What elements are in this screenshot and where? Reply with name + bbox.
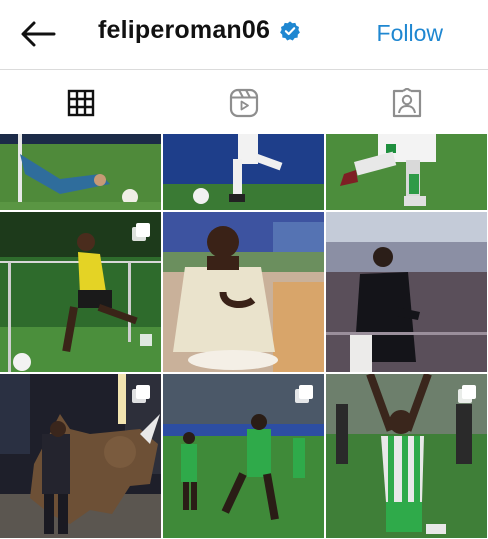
reels-icon xyxy=(229,88,259,118)
post-image xyxy=(163,134,324,210)
tab-tagged[interactable] xyxy=(325,70,488,136)
post-tile[interactable] xyxy=(326,212,487,372)
post-tile[interactable] xyxy=(0,212,161,372)
post-image xyxy=(0,134,161,210)
post-image xyxy=(163,212,324,372)
multiple-photos-icon xyxy=(132,223,150,241)
username: feliperoman06 xyxy=(98,16,271,44)
posts-grid xyxy=(0,134,488,539)
post-tile[interactable] xyxy=(0,134,161,210)
verified-badge-icon xyxy=(280,20,301,40)
post-tile[interactable] xyxy=(163,212,324,372)
back-arrow-icon[interactable] xyxy=(18,18,58,50)
multiple-photos-icon xyxy=(132,385,150,403)
tab-grid[interactable] xyxy=(0,70,163,136)
post-image xyxy=(326,134,487,210)
profile-header: feliperoman06 Follow xyxy=(0,0,488,70)
post-tile[interactable] xyxy=(163,134,324,210)
tab-reels[interactable] xyxy=(163,70,326,136)
multiple-photos-icon xyxy=(458,385,476,403)
post-tile[interactable] xyxy=(326,374,487,538)
post-tile[interactable] xyxy=(326,134,487,210)
tagged-person-icon xyxy=(392,88,421,118)
follow-button[interactable]: Follow xyxy=(377,20,443,47)
post-tile[interactable] xyxy=(163,374,324,538)
grid-icon xyxy=(68,89,95,117)
profile-title: feliperoman06 xyxy=(98,16,301,45)
post-image xyxy=(326,212,487,372)
multiple-photos-icon xyxy=(295,385,313,403)
post-tile[interactable] xyxy=(0,374,161,538)
profile-tabs xyxy=(0,70,488,136)
